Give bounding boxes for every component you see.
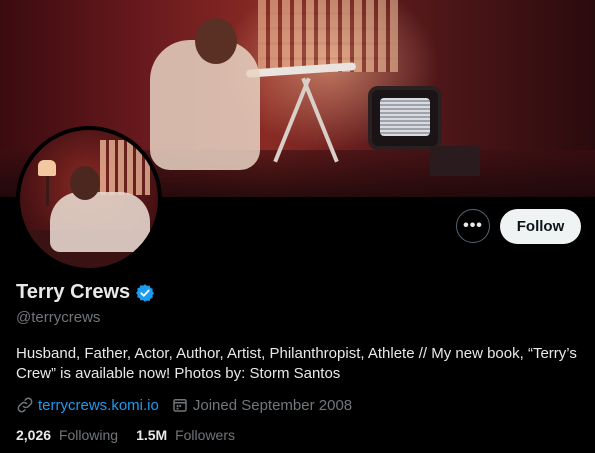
more-icon: ••• [463, 217, 483, 234]
following-label: Following [58, 427, 119, 443]
profile-meta: terrycrews.komi.io Joined September 2008 [16, 396, 364, 414]
following-link[interactable]: 2,026 Following [16, 427, 118, 443]
banner-tv-screen [380, 98, 430, 136]
avatar-window [100, 140, 150, 195]
calendar-icon [173, 399, 187, 412]
display-name: Terry Crews [16, 281, 131, 303]
verified-badge-icon[interactable] [135, 283, 155, 303]
follow-button[interactable]: Follow [500, 209, 581, 244]
website-item: terrycrews.komi.io [16, 396, 159, 414]
following-count: 2,026 [16, 427, 52, 443]
profile-page: ••• Follow Terry Crews @terrycrews Husba… [0, 0, 595, 453]
avatar-lamp-stand [46, 176, 49, 206]
follow-stats: 2,026 Following 1.5M Followers [16, 427, 253, 443]
joined-item: Joined September 2008 [171, 396, 352, 414]
website-link[interactable]: terrycrews.komi.io [38, 397, 159, 414]
more-button[interactable]: ••• [456, 209, 490, 243]
banner-tv-stand [430, 146, 480, 176]
followers-count: 1.5M [136, 427, 168, 443]
name-row: Terry Crews [16, 281, 155, 304]
joined-date: Joined September 2008 [192, 396, 353, 414]
avatar-person-body [50, 192, 150, 252]
banner-person-head [195, 18, 237, 64]
bio: Husband, Father, Actor, Author, Artist, … [16, 345, 577, 382]
handle: @terrycrews [16, 309, 101, 326]
avatar-person-head [70, 166, 100, 200]
link-icon [17, 397, 33, 413]
banner-window [258, 0, 398, 72]
avatar[interactable] [16, 126, 162, 272]
followers-link[interactable]: 1.5M Followers [136, 427, 235, 443]
followers-label: Followers [175, 427, 235, 443]
avatar-lamp [38, 160, 56, 176]
